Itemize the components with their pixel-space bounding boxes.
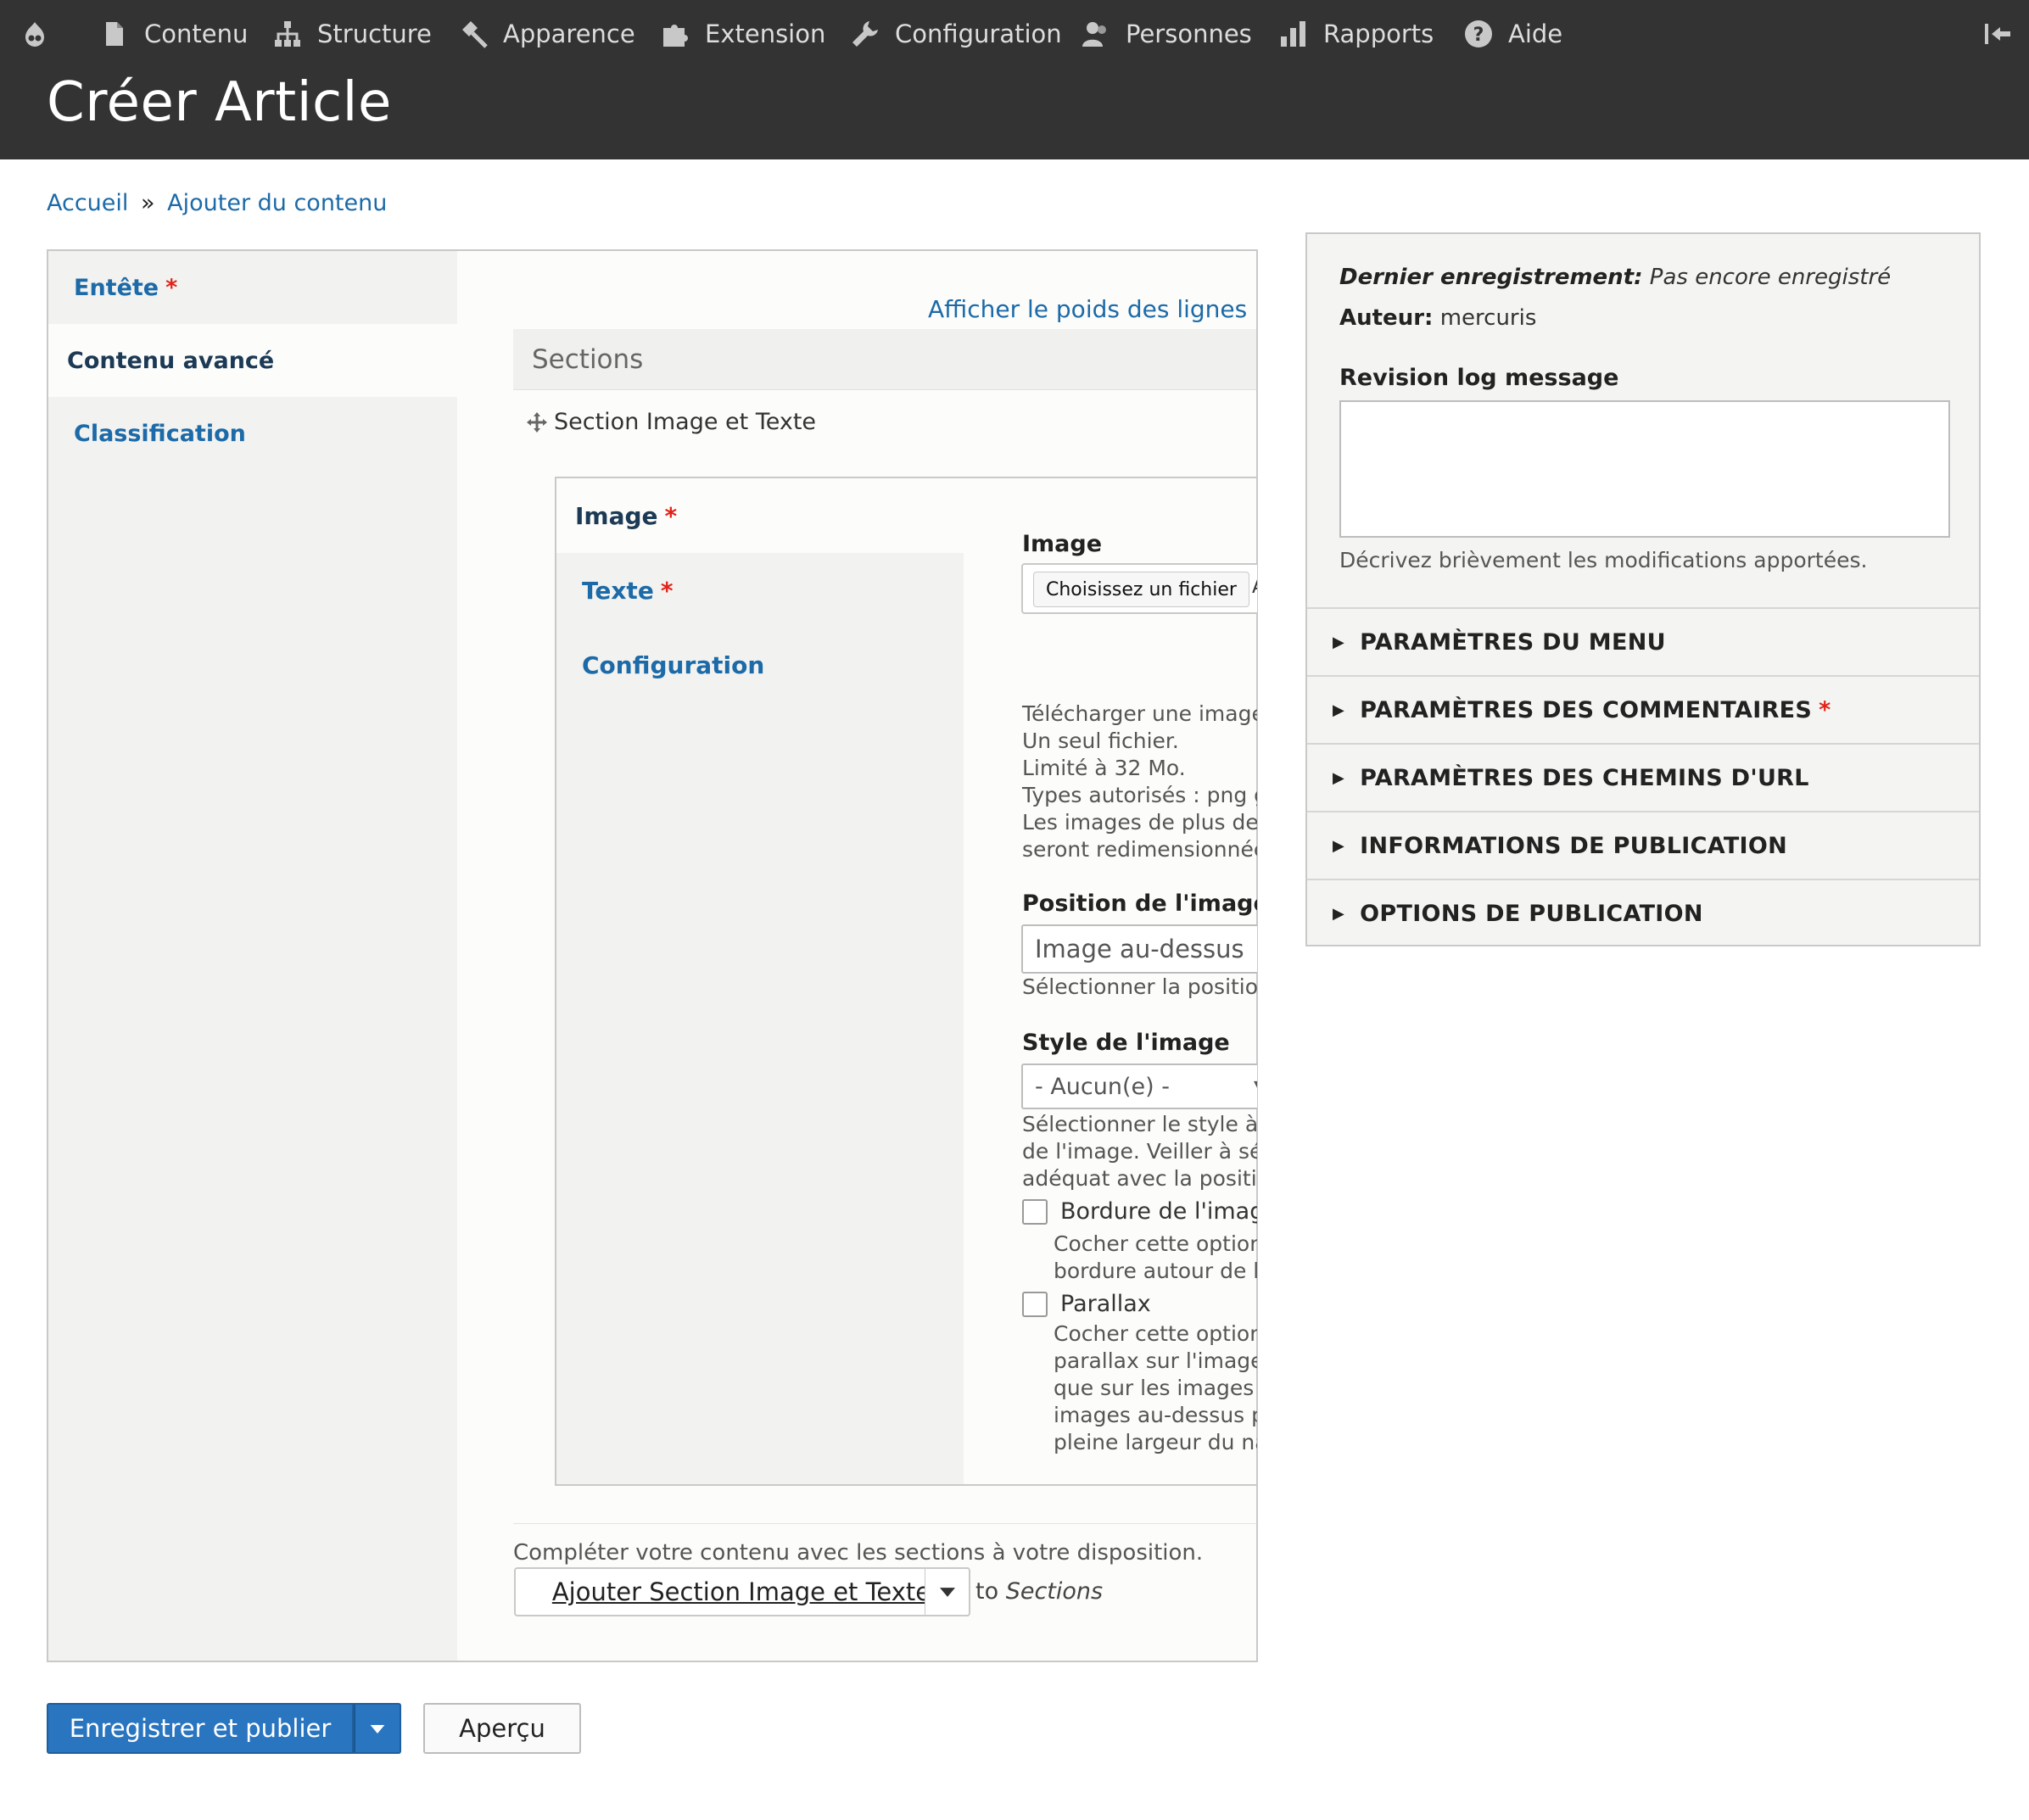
triangle-right-icon: ▶ xyxy=(1333,633,1345,651)
parallax-checkbox-help: Cocher cette option p parallax sur l'ima… xyxy=(1054,1321,1257,1454)
details-label: PARAMÈTRES DES COMMENTAIRES xyxy=(1360,696,1813,723)
caret-down-icon xyxy=(940,1588,955,1597)
author-value: mercuris xyxy=(1439,305,1537,331)
details-label: OPTIONS DE PUBLICATION xyxy=(1360,900,1703,927)
details-url-path-settings[interactable]: ▶ PARAMÈTRES DES CHEMINS D'URL xyxy=(1307,743,1979,811)
image-style-label: Style de l'image xyxy=(1022,1030,1230,1056)
file-input[interactable]: Choisissez un fichier A xyxy=(1021,563,1257,614)
author: Auteur: mercuris xyxy=(1339,305,1536,331)
image-position-select[interactable]: Image au-dessus xyxy=(1021,924,1257,974)
to-label: to xyxy=(975,1578,999,1605)
triangle-right-icon: ▶ xyxy=(1333,904,1345,923)
details-label: PARAMÈTRES DU MENU xyxy=(1360,628,1666,656)
choose-file-button[interactable]: Choisissez un fichier xyxy=(1033,572,1249,607)
parallax-checkbox-label: Parallax xyxy=(1060,1291,1151,1317)
last-saved: Dernier enregistrement: Pas encore enreg… xyxy=(1339,265,1891,290)
add-section-target: to Sections xyxy=(975,1578,1103,1605)
help-icon: ? xyxy=(1465,20,1492,47)
required-marker: * xyxy=(1819,696,1831,723)
details-publication-options[interactable]: ▶ OPTIONS DE PUBLICATION xyxy=(1307,879,1979,946)
toolbar-aide-label: Aide xyxy=(1508,20,1563,48)
image-fields-clip: Image Choisissez un fichier A Télécharge… xyxy=(0,0,1257,1820)
svg-text:?: ? xyxy=(1473,25,1484,46)
parallax-checkbox[interactable] xyxy=(1022,1292,1048,1317)
image-style-select-value: - Aucun(e) - xyxy=(1035,1073,1170,1100)
border-checkbox-help: Cocher cette option p bordure autour de … xyxy=(1054,1231,1257,1283)
preview-button[interactable]: Aperçu xyxy=(423,1703,581,1754)
border-checkbox-label: Bordure de l'image xyxy=(1060,1198,1257,1225)
last-saved-value: Pas encore enregistré xyxy=(1649,265,1892,290)
details-label: PARAMÈTRES DES CHEMINS D'URL xyxy=(1360,764,1809,791)
revision-log-help: Décrivez brièvement les modifications ap… xyxy=(1339,548,1868,572)
image-field-label: Image xyxy=(1022,531,1103,557)
author-label: Auteur: xyxy=(1339,305,1434,331)
triangle-right-icon: ▶ xyxy=(1333,768,1345,787)
file-status-text: A xyxy=(1252,577,1257,598)
image-style-select[interactable]: - Aucun(e) - ▾ xyxy=(1021,1064,1257,1109)
meta-sidebar: Dernier enregistrement: Pas encore enreg… xyxy=(1305,232,1981,946)
add-section-dropdown-toggle[interactable] xyxy=(925,1567,970,1616)
details-publication-info[interactable]: ▶ INFORMATIONS DE PUBLICATION xyxy=(1307,811,1979,879)
revision-log-label: Revision log message xyxy=(1339,365,1619,391)
image-position-label: Position de l'image* xyxy=(1022,890,1257,917)
last-saved-label: Dernier enregistrement: xyxy=(1339,265,1643,290)
collapse-toolbar-button[interactable] xyxy=(1983,0,2027,68)
caret-down-icon xyxy=(370,1725,385,1733)
save-options-dropdown-toggle[interactable] xyxy=(354,1703,401,1754)
add-section-button[interactable]: Ajouter Section Image et Texte xyxy=(514,1567,969,1616)
save-publish-button[interactable]: Enregistrer et publier xyxy=(47,1703,354,1754)
image-position-label-text: Position de l'image xyxy=(1022,890,1257,917)
toolbar-rapports[interactable]: Rapports xyxy=(1279,0,1434,68)
details-menu-settings[interactable]: ▶ PARAMÈTRES DU MENU xyxy=(1307,607,1979,675)
details-label: INFORMATIONS DE PUBLICATION xyxy=(1360,832,1788,859)
image-position-help: Sélectionner la position xyxy=(1022,974,1257,999)
triangle-right-icon: ▶ xyxy=(1333,836,1345,855)
to-target-label: Sections xyxy=(1005,1578,1104,1605)
bar-chart-icon xyxy=(1281,21,1305,47)
toolbar-rapports-label: Rapports xyxy=(1323,20,1434,48)
border-checkbox[interactable] xyxy=(1022,1199,1048,1225)
collapse-arrow-icon xyxy=(1985,24,2010,44)
details-comment-settings[interactable]: ▶ PARAMÈTRES DES COMMENTAIRES * xyxy=(1307,675,1979,743)
revision-log-textarea[interactable] xyxy=(1339,400,1950,538)
toolbar-aide[interactable]: ? Aide xyxy=(1464,0,1562,68)
triangle-right-icon: ▶ xyxy=(1333,701,1345,719)
chevron-down-icon: ▾ xyxy=(1254,1074,1257,1094)
image-upload-help: Télécharger une image Un seul fichier. L… xyxy=(1022,701,1257,862)
image-style-help: Sélectionner le style à ut de l'image. V… xyxy=(1022,1112,1257,1191)
